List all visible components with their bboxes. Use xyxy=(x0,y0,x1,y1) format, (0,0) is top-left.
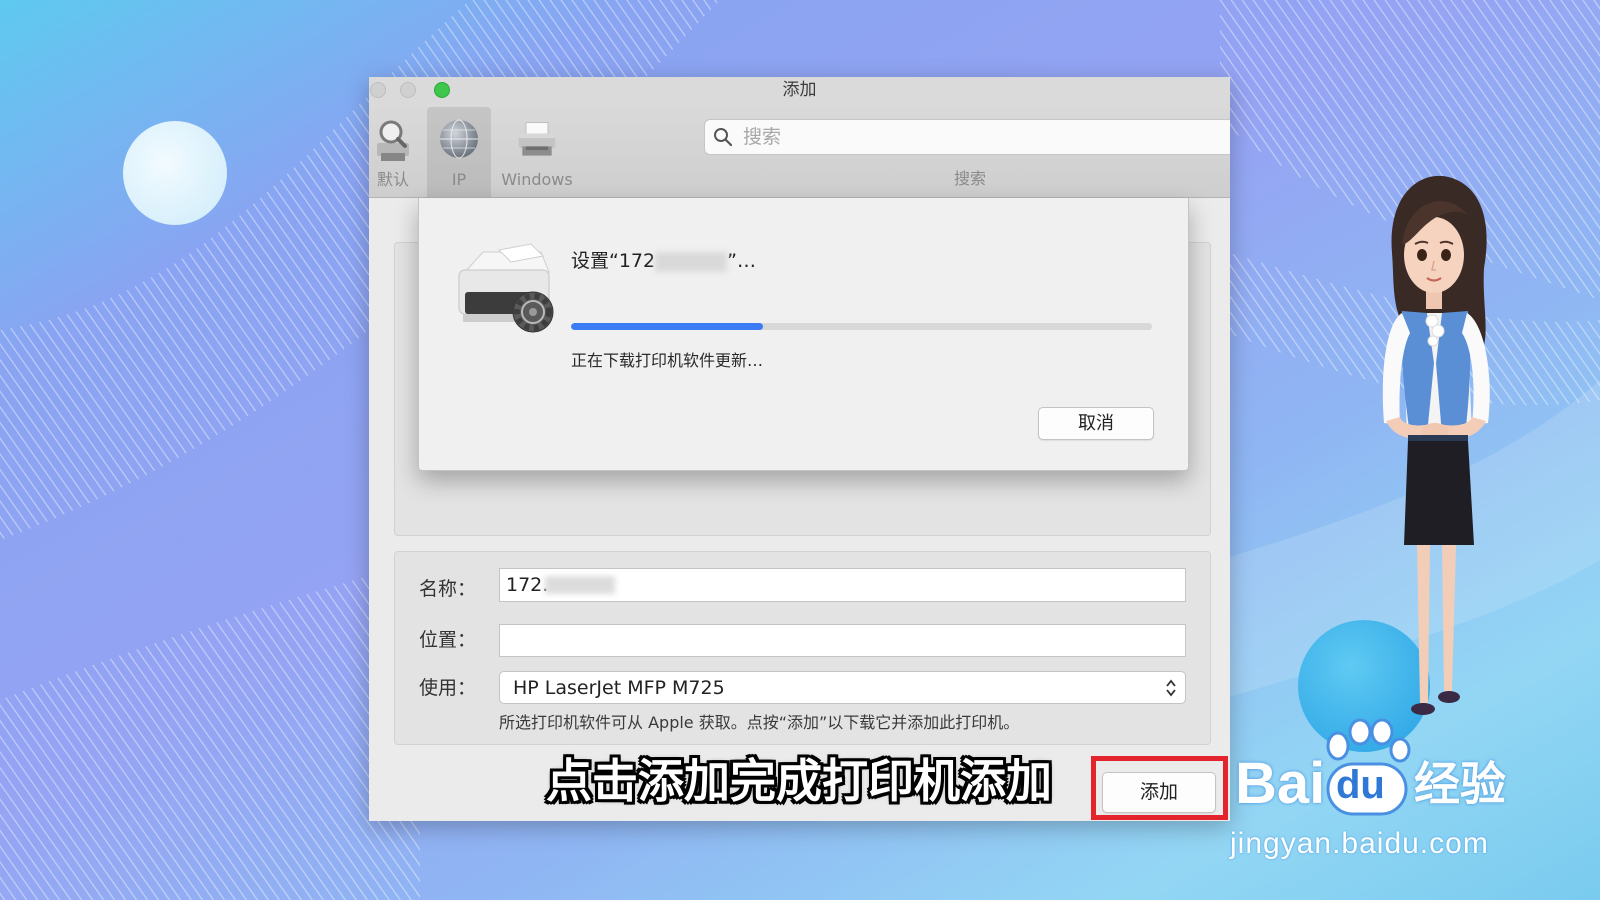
presenter-character xyxy=(1382,175,1490,715)
driver-select-value: HP LaserJet MFP M725 xyxy=(513,677,725,699)
watermark-logo-text: du xyxy=(1336,763,1385,807)
use-label: 使用： xyxy=(419,677,477,699)
highlight-box xyxy=(1091,756,1228,820)
sheet-title-suffix: ”… xyxy=(727,250,756,272)
location-field[interactable] xyxy=(499,624,1186,657)
search-label: 搜索 xyxy=(953,169,986,188)
printer-setup-icon xyxy=(458,243,554,333)
name-label: 名称： xyxy=(419,578,477,600)
sheet-title-prefix: 设置“172 xyxy=(571,250,656,272)
chevron-up-down-icon xyxy=(1166,679,1176,697)
default-printers-icon xyxy=(377,120,409,161)
decorative-circle xyxy=(123,121,227,225)
setup-progress-sheet: 设置“172 ”… 正在下载打印机软件更新… 取消 xyxy=(418,198,1189,471)
window-title: 添加 xyxy=(782,80,817,100)
add-printer-window: 添加 默认 IP Windows 搜索 搜索 设置“172 ”… 正在下载打印机… xyxy=(369,77,1230,821)
globe-icon xyxy=(440,119,478,159)
toolbar-item-label: Windows xyxy=(501,170,573,189)
progress-fill xyxy=(571,323,763,330)
search-input[interactable] xyxy=(704,119,1230,155)
toolbar-item-ip[interactable]: IP xyxy=(427,107,491,197)
toolbar: 默认 IP Windows 搜索 搜索 xyxy=(369,103,1230,198)
search-icon xyxy=(714,128,733,147)
toolbar-item-windows[interactable]: Windows xyxy=(501,107,573,197)
watermark-logo-text: 经验 xyxy=(1414,757,1506,811)
redacted-ip-address xyxy=(655,251,728,272)
screen: 添加 默认 IP Windows 搜索 搜索 设置“172 ”… 正在下载打印机… xyxy=(0,0,1600,900)
watermark-logo-text: Bai xyxy=(1235,751,1326,816)
driver-hint-text: 所选打印机软件可从 Apple 获取。点按“添加”以下载它并添加此打印机。 xyxy=(499,713,1020,732)
watermark-url: jingyan.baidu.com xyxy=(1230,827,1489,860)
windows-printer-icon xyxy=(518,122,556,156)
driver-select[interactable]: HP LaserJet MFP M725 xyxy=(499,671,1186,704)
progress-status-text: 正在下载打印机软件更新… xyxy=(571,351,764,370)
location-label: 位置： xyxy=(419,629,477,651)
tutorial-caption: 点击添加完成打印机添加 xyxy=(546,754,1052,808)
search-field xyxy=(704,119,1230,155)
sheet-title: 设置“172 ”… xyxy=(571,249,756,273)
redacted-name-text xyxy=(545,576,615,594)
printer-details-form: 名称： 位置： 使用： HP LaserJet MFP M725 所选打印机软件… xyxy=(394,551,1211,745)
cancel-button[interactable]: 取消 xyxy=(1038,407,1154,440)
download-progress-bar xyxy=(571,323,1152,330)
title-bar: 添加 xyxy=(369,77,1230,103)
